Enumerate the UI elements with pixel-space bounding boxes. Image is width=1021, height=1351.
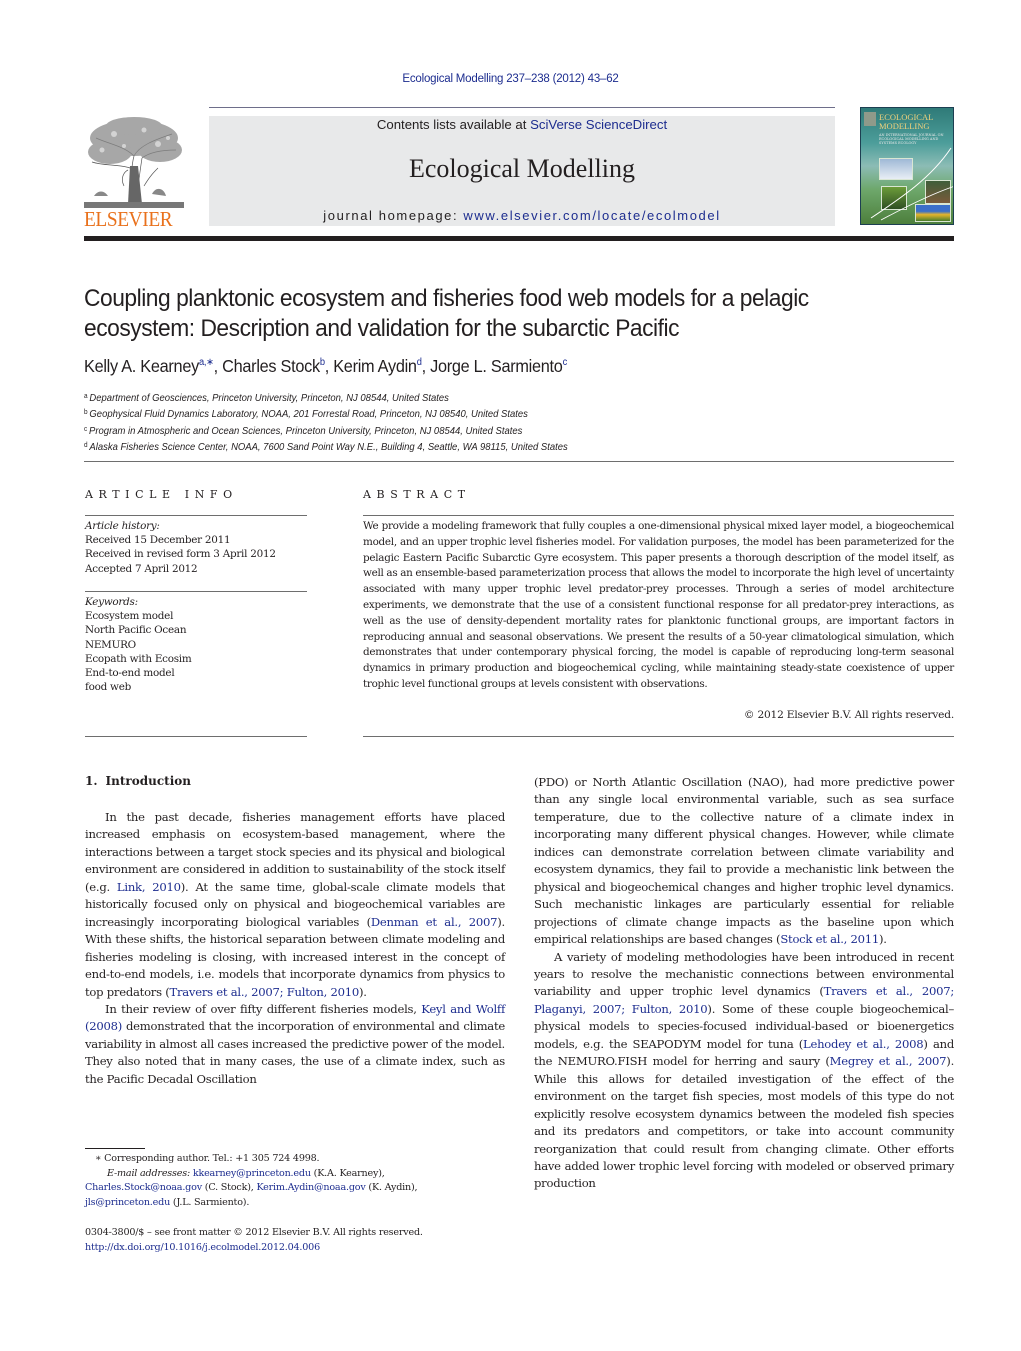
paragraph: In the past decade, fisheries management… xyxy=(85,809,505,1001)
email-link[interactable]: Kerim.Aydin@noaa.gov xyxy=(256,1182,365,1193)
header-rule xyxy=(209,107,835,108)
email-link[interactable]: Charles.Stock@noaa.gov xyxy=(85,1182,202,1193)
article-info-heading: ARTICLE INFO xyxy=(85,488,238,501)
journal-banner: Contents lists available at SciVerse Sci… xyxy=(209,116,835,226)
author-list: Kelly A. Kearneya,∗, Charles Stockb, Ker… xyxy=(84,356,567,377)
author-affiliation-link[interactable]: c xyxy=(563,357,568,368)
elsevier-tree-icon xyxy=(84,117,184,208)
body-column-right: (PDO) or North Atlantic Oscillation (NAO… xyxy=(534,774,954,1193)
author: Kelly A. Kearneya,∗, xyxy=(84,356,223,376)
journal-name: Ecological Modelling xyxy=(408,154,635,183)
author-affiliation-link[interactable]: a,∗ xyxy=(199,357,214,368)
article-info-rule xyxy=(85,515,307,516)
homepage-prefix: journal homepage: xyxy=(323,208,464,223)
doi-link[interactable]: http://dx.doi.org/10.1016/j.ecolmodel.20… xyxy=(85,1242,320,1253)
front-matter: 0304-3800/$ – see front matter © 2012 El… xyxy=(85,1226,423,1255)
running-head[interactable]: Ecological Modelling 237–238 (2012) 43–6… xyxy=(0,73,1021,85)
section-heading: 1. Introduction xyxy=(85,774,191,788)
keyword: North Pacific Ocean xyxy=(85,624,187,637)
history-item: Accepted 7 April 2012 xyxy=(85,562,198,575)
email-link[interactable]: jls@princeton.edu xyxy=(85,1197,170,1208)
keyword: Ecopath with Ecosim xyxy=(85,652,192,665)
citation-link[interactable]: Lehodey et al., 2008 xyxy=(803,1037,924,1051)
email-line: E-mail addresses: kkearney@princeton.edu… xyxy=(107,1167,385,1179)
keyword: NEMURO xyxy=(85,638,136,651)
keywords-label: Keywords: xyxy=(85,596,138,608)
homepage-line: journal homepage: www.elsevier.com/locat… xyxy=(209,208,835,223)
footnotes: ∗ Corresponding author. Tel.: +1 305 724… xyxy=(85,1152,505,1210)
paragraph-text: demonstrated that the incorporation of e… xyxy=(85,1019,505,1086)
citation-link[interactable]: Denman et al., 2007 xyxy=(371,915,498,929)
abstract-rule xyxy=(363,515,954,516)
paragraph: (PDO) or North Atlantic Oscillation (NAO… xyxy=(534,774,954,949)
email-link[interactable]: kkearney@princeton.edu xyxy=(193,1168,311,1179)
author: Kerim Aydind, xyxy=(333,356,431,376)
article-info-rule xyxy=(85,591,307,592)
keyword: food web xyxy=(85,681,132,694)
affiliation: d Alaska Fisheries Science Center, NOAA, … xyxy=(84,441,568,453)
paragraph-text: ). While this allows for detailed invest… xyxy=(534,1054,955,1191)
elsevier-wordmark: ELSEVIER xyxy=(84,207,173,231)
corresponding-author-note: ∗ Corresponding author. Tel.: +1 305 724… xyxy=(95,1153,320,1164)
abstract-rule xyxy=(363,736,954,737)
abstract-text: We provide a modeling framework that ful… xyxy=(363,520,954,690)
paragraph: In their review of over fifty different … xyxy=(85,1001,505,1088)
author: Charles Stockb, xyxy=(222,356,334,376)
keyword: End-to-end model xyxy=(85,667,175,680)
article-history: Article history: Received 15 December 20… xyxy=(85,519,276,576)
section-title: Introduction xyxy=(105,774,191,788)
sciencedirect-link[interactable]: SciVerse ScienceDirect xyxy=(530,117,667,132)
abstract-heading: ABSTRACT xyxy=(363,488,471,501)
journal-homepage-link[interactable]: www.elsevier.com/locate/ecolmodel xyxy=(463,208,720,223)
elsevier-logo[interactable]: ELSEVIER xyxy=(84,116,186,230)
affiliation: a Department of Geosciences, Princeton Un… xyxy=(84,393,449,404)
author: Jorge L. Sarmientoc xyxy=(430,356,567,376)
contents-prefix: Contents lists available at xyxy=(376,117,531,132)
email-label: E-mail addresses: xyxy=(107,1167,190,1179)
citation-link[interactable]: Link, 2010 xyxy=(117,880,181,894)
citation-link[interactable]: Travers et al., 2007; Fulton, 2010 xyxy=(170,985,360,999)
article-title: Coupling planktonic ecosystem and fisher… xyxy=(84,285,809,342)
affiliation-rule xyxy=(84,461,954,462)
journal-cover-thumbnail[interactable]: ECOLOGICAL MODELLING AN INTERNATIONAL JO… xyxy=(860,107,954,225)
section-number: 1. xyxy=(85,774,98,788)
keyword: Ecosystem model xyxy=(85,610,174,623)
keywords: Keywords: Ecosystem model North Pacific … xyxy=(85,595,192,694)
contents-line: Contents lists available at SciVerse Sci… xyxy=(209,117,835,132)
email-line: Charles.Stock@noaa.gov (C. Stock), Kerim… xyxy=(85,1182,418,1194)
article-history-label: Article history: xyxy=(85,520,160,532)
citation-link[interactable]: Megrey et al., 2007 xyxy=(830,1054,947,1068)
email-line: jls@princeton.edu (J.L. Sarmiento). xyxy=(85,1196,250,1208)
abstract-copyright: © 2012 Elsevier B.V. All rights reserved… xyxy=(743,709,954,721)
paragraph-text: ). xyxy=(879,932,887,947)
paragraph-text: ). xyxy=(358,984,367,999)
body-column-left: In the past decade, fisheries management… xyxy=(85,809,505,1088)
front-matter-notice: 0304-3800/$ – see front matter © 2012 El… xyxy=(85,1227,423,1238)
affiliation-list: a Department of Geosciences, Princeton Un… xyxy=(84,390,568,455)
footnote-rule xyxy=(85,1148,145,1149)
citation-link[interactable]: Stock et al., 2011 xyxy=(780,932,879,946)
affiliation: c Program in Atmospheric and Ocean Scienc… xyxy=(84,425,523,437)
affiliation: b Geophysical Fluid Dynamics Laboratory, … xyxy=(84,409,528,421)
paragraph-text: (PDO) or North Atlantic Oscillation (NAO… xyxy=(534,775,954,947)
cover-curve-lines xyxy=(870,147,953,221)
paragraph: A variety of modeling methodologies have… xyxy=(534,949,954,1193)
history-item: Received 15 December 2011 xyxy=(85,534,231,547)
header-thick-rule xyxy=(84,236,954,241)
article-info-rule xyxy=(85,736,307,737)
paragraph-text: In their review of over fifty different … xyxy=(105,1001,422,1016)
history-item: Received in revised form 3 April 2012 xyxy=(85,548,276,561)
